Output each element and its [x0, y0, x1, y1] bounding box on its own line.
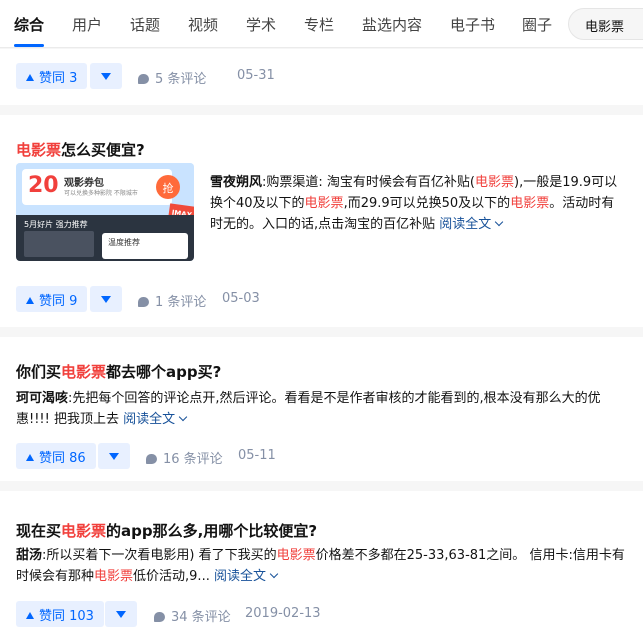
comments-link[interactable]: 16 条评论: [146, 448, 223, 467]
chevron-down-icon: [495, 217, 504, 227]
post-date: 05-11: [238, 448, 276, 463]
tab-all[interactable]: 综合: [14, 14, 44, 35]
title-text: 的app那么多,用哪个比较便宜?: [106, 522, 318, 540]
excerpt-text: :所以买着下一次看电影用) 看了下我买的: [42, 548, 277, 563]
upvote-button[interactable]: 赞同 3: [16, 63, 88, 89]
arrow-down-icon: [101, 296, 111, 303]
read-more-label: 阅读全文: [213, 569, 266, 584]
answer-excerpt[interactable]: 雪夜朔风:购票渠道: 淘宝有时候会有百亿补贴(电影票),一般是19.9可以换个4…: [210, 172, 626, 235]
answer-excerpt[interactable]: 珂可渴咳:先把每个回答的评论点开,然后评论。看看是不是作者审核的才能看到的,根本…: [16, 388, 626, 430]
comment-bubble-icon: [138, 74, 149, 84]
comment-bubble-icon: [146, 454, 157, 464]
title-text: 怎么买便宜?: [61, 141, 145, 159]
excerpt-text: :购票渠道: 淘宝有时候会有百亿补贴(: [262, 175, 475, 190]
keyword-highlight: 电影票: [61, 522, 107, 540]
comments-link[interactable]: 1 条评论: [138, 291, 206, 310]
comments-link[interactable]: 5 条评论: [138, 68, 206, 87]
movie-poster: [24, 231, 94, 257]
keyword-highlight: 电影票: [16, 141, 62, 159]
tab-ebooks[interactable]: 电子书: [450, 14, 495, 35]
post-date: 2019-02-13: [245, 606, 321, 621]
thumbnail-bottom: 5月好片 强力推荐 温度推荐: [16, 215, 194, 261]
read-more-label: 阅读全文: [439, 217, 492, 232]
active-tab-indicator: [14, 44, 44, 47]
tab-circles[interactable]: 圈子: [522, 14, 552, 35]
read-more-label: 阅读全文: [123, 412, 176, 427]
arrow-up-icon: [26, 297, 34, 304]
comments-count: 34 条评论: [171, 610, 231, 625]
ticket-card: 温度推荐: [102, 233, 188, 259]
keyword-highlight: 电影票: [510, 196, 550, 211]
arrow-up-icon: [26, 454, 34, 461]
read-more-link[interactable]: 阅读全文: [439, 217, 504, 232]
excerpt-text: :先把每个回答的评论点开,然后评论。看看是不是作者审核的才能看到的,根本没有那么…: [16, 391, 601, 427]
title-text: 都去哪个app买?: [106, 363, 222, 381]
tab-videos[interactable]: 视频: [188, 14, 218, 35]
keyword-highlight: 电影票: [304, 196, 344, 211]
read-more-link[interactable]: 阅读全文: [123, 412, 188, 427]
question-title[interactable]: 现在买电影票的app那么多,用哪个比较便宜?: [16, 520, 317, 541]
result-card: 现在买电影票的app那么多,用哪个比较便宜? 甜汤:所以买着下一次看电影用) 看…: [0, 491, 643, 631]
downvote-button[interactable]: [90, 286, 122, 312]
title-text: 你们买: [16, 363, 62, 381]
grab-button-image: 抢: [156, 175, 180, 199]
tab-salt-selection[interactable]: 盐选内容: [362, 14, 422, 35]
upvote-label: 赞同 9: [39, 294, 78, 309]
question-title[interactable]: 你们买电影票都去哪个app买?: [16, 361, 221, 382]
author-name[interactable]: 甜汤: [16, 548, 42, 563]
search-type-tabs: 综合 用户 话题 视频 学术 专栏 盐选内容 电子书 圈子 电影票: [0, 0, 643, 48]
comment-bubble-icon: [154, 612, 165, 622]
downvote-button[interactable]: [90, 63, 122, 89]
arrow-down-icon: [109, 453, 119, 460]
coupon-title: 观影券包: [64, 178, 104, 189]
answer-excerpt[interactable]: 甜汤:所以买着下一次看电影用) 看了下我买的电影票价格差不多都在25-33,63…: [16, 545, 626, 587]
comments-count: 5 条评论: [155, 72, 207, 87]
excerpt-text: ,而29.9可以兑换50及以下的: [343, 196, 511, 211]
comments-link[interactable]: 34 条评论: [154, 606, 231, 625]
chevron-down-icon: [178, 412, 188, 422]
comment-bubble-icon: [138, 297, 149, 307]
ticket-label: 温度推荐: [108, 238, 140, 247]
question-title[interactable]: 电影票怎么买便宜?: [16, 139, 145, 160]
downvote-button[interactable]: [105, 601, 137, 627]
post-date: 05-03: [222, 291, 260, 306]
comments-count: 16 条评论: [163, 452, 223, 467]
author-name[interactable]: 雪夜朔风: [210, 175, 262, 190]
upvote-label: 赞同 86: [39, 451, 86, 466]
answer-thumbnail[interactable]: 20 观影券包 可以兑换多种影院 不限城市 抢 IMAX 10 5月好片 强力推…: [16, 163, 194, 261]
tab-columns[interactable]: 专栏: [304, 14, 334, 35]
arrow-down-icon: [101, 73, 111, 80]
upvote-button[interactable]: 赞同 9: [16, 286, 88, 312]
coupon-subtitle: 可以兑换多种影院 不限城市: [64, 190, 138, 197]
result-card: 你们买电影票都去哪个app买? 珂可渴咳:先把每个回答的评论点开,然后评论。看看…: [0, 337, 643, 481]
upvote-button[interactable]: 赞同 86: [16, 443, 96, 469]
downvote-button[interactable]: [98, 443, 130, 469]
upvote-label: 赞同 3: [39, 71, 78, 86]
tab-academic[interactable]: 学术: [246, 14, 276, 35]
keyword-highlight: 电影票: [94, 569, 134, 584]
movie-promo-text: 5月好片 强力推荐: [24, 220, 88, 229]
keyword-highlight: 电影票: [61, 363, 107, 381]
post-date: 05-31: [237, 68, 275, 83]
chevron-down-icon: [269, 569, 279, 579]
tab-users[interactable]: 用户: [72, 14, 102, 35]
comments-count: 1 条评论: [155, 295, 207, 310]
arrow-up-icon: [26, 74, 34, 81]
result-card: 电影票怎么买便宜? 20 观影券包 可以兑换多种影院 不限城市 抢 IMAX 1…: [0, 115, 643, 327]
arrow-up-icon: [26, 612, 34, 619]
result-card: 赞同 3 5 条评论 05-31: [0, 49, 643, 105]
keyword-highlight: 电影票: [474, 175, 514, 190]
upvote-button[interactable]: 赞同 103: [16, 601, 104, 627]
coupon-amount: 20: [28, 173, 59, 198]
upvote-label: 赞同 103: [39, 609, 94, 624]
title-text: 现在买: [16, 522, 62, 540]
keyword-highlight: 电影票: [276, 548, 316, 563]
author-name[interactable]: 珂可渴咳: [16, 391, 68, 406]
search-query-pill[interactable]: 电影票: [568, 8, 643, 40]
arrow-down-icon: [116, 611, 126, 618]
read-more-link[interactable]: 阅读全文: [213, 569, 279, 584]
tab-topics[interactable]: 话题: [130, 14, 160, 35]
excerpt-text: 低价活动,9...: [133, 569, 214, 584]
